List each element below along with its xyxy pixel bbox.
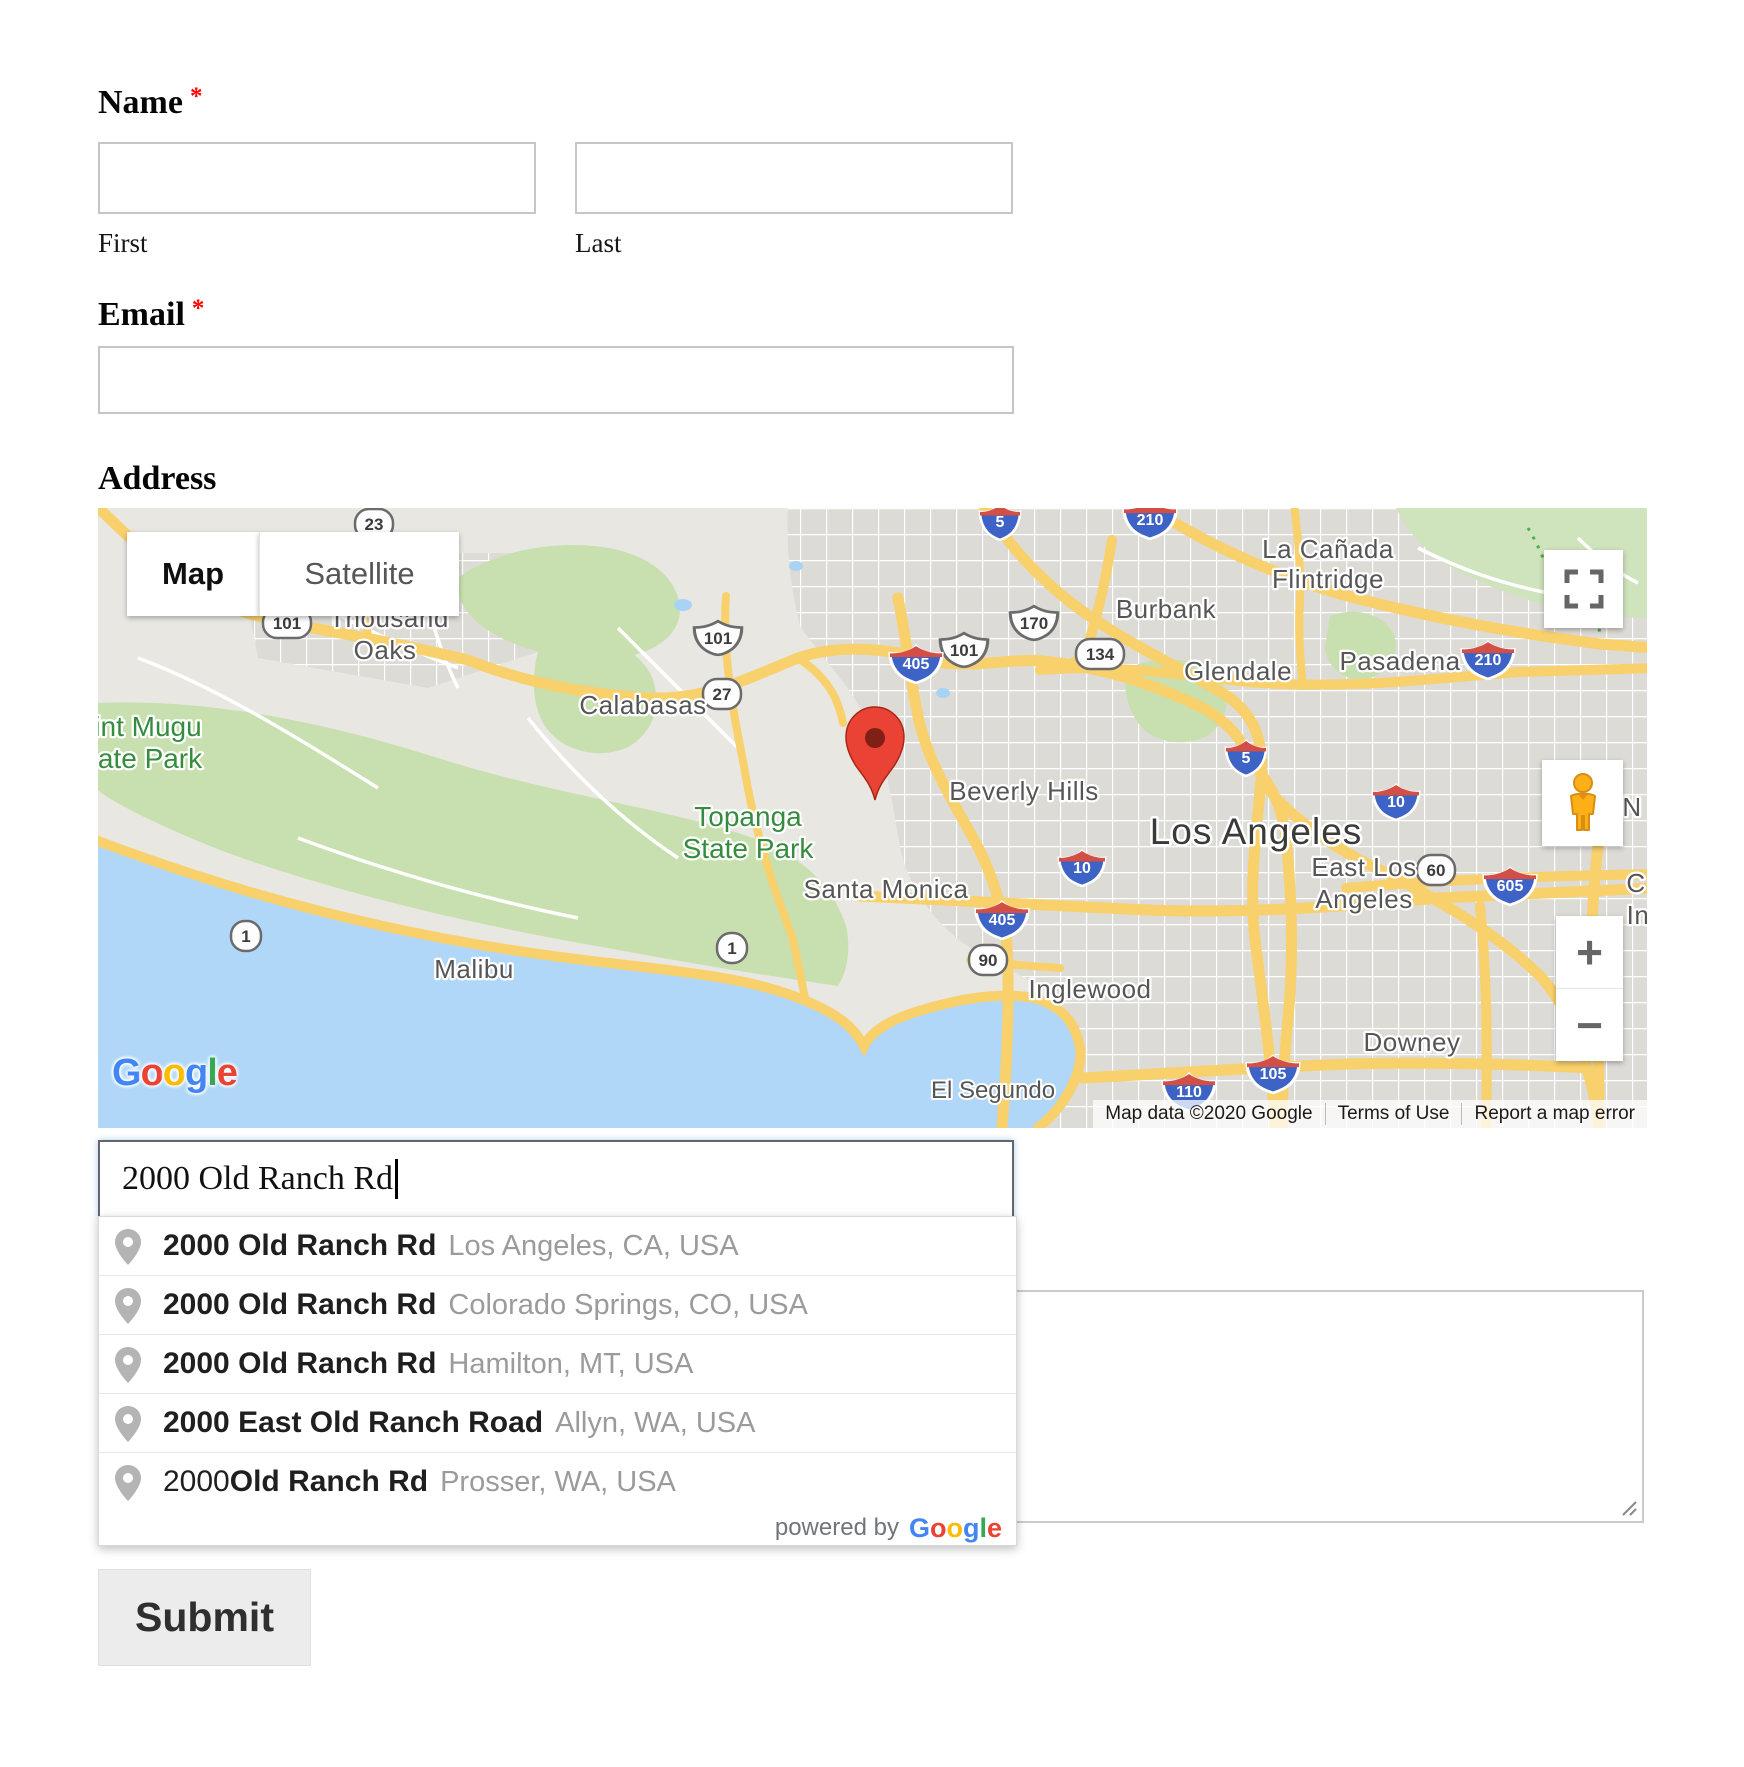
svg-text:210: 210 — [1475, 652, 1502, 669]
place-pin-icon — [115, 1406, 141, 1442]
zoom-out-button[interactable]: − — [1556, 989, 1623, 1061]
svg-text:Malibu: Malibu — [434, 954, 514, 984]
svg-text:La Cañada: La Cañada — [1262, 534, 1394, 564]
autocomplete-suggestion[interactable]: 2000 Old Ranch RdColorado Springs, CO, U… — [99, 1275, 1016, 1334]
terms-of-use-link[interactable]: Terms of Use — [1325, 1103, 1462, 1125]
svg-text:Downey: Downey — [1364, 1027, 1461, 1057]
powered-by-google: powered by Google — [99, 1511, 1016, 1545]
last-name-sublabel: Last — [575, 228, 622, 259]
svg-text:134: 134 — [1086, 645, 1115, 664]
svg-text:10: 10 — [1387, 794, 1405, 811]
svg-text:El Segundo: El Segundo — [931, 1077, 1055, 1104]
first-name-sublabel: First — [98, 228, 148, 259]
svg-text:90: 90 — [979, 951, 998, 970]
required-asterisk: * — [192, 295, 205, 322]
svg-text:27: 27 — [713, 685, 732, 704]
svg-text:Topanga: Topanga — [694, 801, 802, 832]
svg-text:Beverly Hills: Beverly Hills — [949, 776, 1099, 806]
svg-text:170: 170 — [1020, 614, 1048, 633]
fullscreen-icon — [1561, 566, 1607, 612]
svg-text:10: 10 — [1073, 860, 1091, 877]
map-type-button-map[interactable]: Map — [127, 532, 259, 616]
svg-text:C: C — [1626, 868, 1645, 898]
svg-text:Los Angeles: Los Angeles — [1150, 811, 1363, 852]
svg-text:101: 101 — [950, 641, 978, 660]
svg-text:State Park: State Park — [683, 833, 815, 864]
svg-text:N: N — [1622, 792, 1641, 822]
map-lake — [936, 688, 950, 698]
map-data-text: Map data ©2020 Google — [1093, 1103, 1324, 1125]
name-label: Name* — [98, 84, 202, 122]
resize-handle-icon[interactable] — [1619, 1498, 1639, 1518]
svg-text:5: 5 — [1242, 750, 1251, 767]
zoom-in-button[interactable]: + — [1556, 916, 1623, 989]
svg-text:405: 405 — [989, 912, 1016, 929]
svg-text:101: 101 — [273, 614, 301, 633]
svg-text:605: 605 — [1497, 878, 1524, 895]
svg-text:1: 1 — [241, 927, 250, 946]
place-pin-icon — [115, 1347, 141, 1383]
svg-text:5: 5 — [996, 514, 1005, 531]
pegman-control[interactable] — [1542, 760, 1623, 846]
svg-text:int Mugu: int Mugu — [98, 711, 202, 742]
autocomplete-suggestion[interactable]: 2000 Old Ranch RdHamilton, MT, USA — [99, 1334, 1016, 1393]
svg-text:Flintridge: Flintridge — [1272, 564, 1384, 594]
address-input[interactable]: 2000 Old Ranch Rd — [98, 1140, 1014, 1218]
svg-text:Burbank: Burbank — [1116, 594, 1217, 624]
svg-text:405: 405 — [903, 656, 930, 673]
map-type-button-satellite[interactable]: Satellite — [259, 532, 459, 616]
submit-button[interactable]: Submit — [98, 1569, 311, 1666]
required-asterisk: * — [190, 83, 203, 110]
place-pin-icon — [115, 1465, 141, 1501]
last-name-input[interactable] — [575, 142, 1013, 214]
first-name-input[interactable] — [98, 142, 536, 214]
svg-text:101: 101 — [704, 629, 732, 648]
svg-text:105: 105 — [1260, 1066, 1287, 1083]
svg-text:ate Park: ate Park — [98, 743, 203, 774]
svg-text:Calabasas: Calabasas — [579, 690, 706, 720]
svg-text:Pasadena: Pasadena — [1339, 646, 1460, 676]
svg-text:60: 60 — [1427, 861, 1446, 880]
autocomplete-suggestion[interactable]: 2000 Old Ranch RdLos Angeles, CA, USA — [99, 1217, 1016, 1275]
svg-text:110: 110 — [1176, 1084, 1202, 1101]
place-pin-icon — [115, 1288, 141, 1324]
svg-text:Angeles: Angeles — [1315, 884, 1412, 914]
svg-text:210: 210 — [1137, 512, 1164, 529]
svg-text:East Los: East Los — [1311, 852, 1416, 882]
autocomplete-suggestion[interactable]: 2000 Old Ranch RdProsser, WA, USA — [99, 1452, 1016, 1511]
zoom-control: + − — [1556, 916, 1623, 1061]
fullscreen-button[interactable] — [1544, 550, 1623, 628]
svg-text:1: 1 — [727, 939, 736, 958]
svg-text:Oaks: Oaks — [354, 635, 417, 665]
autocomplete-dropdown: 2000 Old Ranch RdLos Angeles, CA, USA 20… — [98, 1216, 1017, 1546]
email-input[interactable] — [98, 346, 1014, 414]
map-lake — [789, 561, 803, 571]
contact-form-page: Name* First Last Email* Address — [0, 0, 1744, 1767]
address-label: Address — [98, 460, 216, 498]
pegman-icon — [1558, 772, 1608, 834]
report-map-error-link[interactable]: Report a map error — [1461, 1103, 1647, 1125]
map-attribution: Map data ©2020 Google Terms of Use Repor… — [1093, 1100, 1647, 1128]
comments-textarea[interactable] — [1010, 1290, 1644, 1523]
place-pin-icon — [115, 1229, 141, 1265]
email-label: Email* — [98, 296, 204, 334]
google-maps-logo[interactable]: Google — [112, 1052, 237, 1095]
google-logo: Google — [909, 1513, 1002, 1544]
google-map[interactable]: 23 101 101 27 101 405 170 134 5 210 5 21… — [98, 508, 1647, 1128]
svg-text:Glendale: Glendale — [1184, 656, 1292, 686]
map-lake — [674, 599, 692, 611]
svg-text:In: In — [1627, 900, 1647, 930]
svg-text:Santa Monica: Santa Monica — [804, 874, 969, 904]
svg-text:Inglewood: Inglewood — [1028, 974, 1151, 1004]
autocomplete-suggestion[interactable]: 2000 East Old Ranch RoadAllyn, WA, USA — [99, 1393, 1016, 1452]
address-input-value: 2000 Old Ranch Rd — [122, 1160, 393, 1198]
text-cursor — [395, 1159, 398, 1199]
